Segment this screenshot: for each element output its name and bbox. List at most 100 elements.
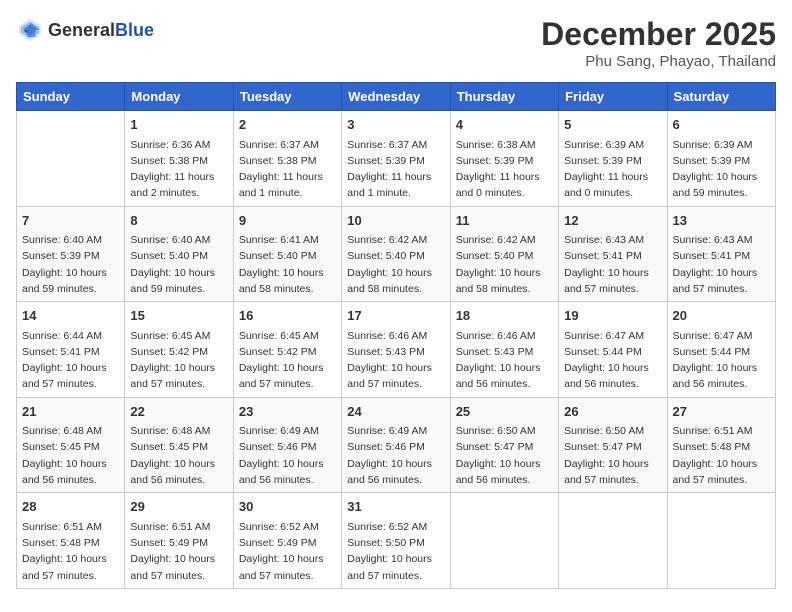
day-info: Sunrise: 6:37 AM Sunset: 5:39 PM Dayligh… (347, 137, 444, 202)
week-row-1: 1Sunrise: 6:36 AM Sunset: 5:38 PM Daylig… (17, 111, 776, 207)
day-info: Sunrise: 6:46 AM Sunset: 5:43 PM Dayligh… (347, 328, 444, 393)
day-info: Sunrise: 6:50 AM Sunset: 5:47 PM Dayligh… (564, 423, 661, 488)
day-number: 12 (564, 211, 661, 231)
column-header-friday: Friday (559, 83, 667, 111)
calendar-cell: 23Sunrise: 6:49 AM Sunset: 5:46 PM Dayli… (233, 397, 341, 493)
week-row-5: 28Sunrise: 6:51 AM Sunset: 5:48 PM Dayli… (17, 493, 776, 589)
calendar-cell: 26Sunrise: 6:50 AM Sunset: 5:47 PM Dayli… (559, 397, 667, 493)
day-info: Sunrise: 6:46 AM Sunset: 5:43 PM Dayligh… (456, 328, 553, 393)
day-number: 8 (130, 211, 227, 231)
calendar-cell (559, 493, 667, 589)
day-number: 10 (347, 211, 444, 231)
day-number: 5 (564, 115, 661, 135)
day-number: 2 (239, 115, 336, 135)
day-info: Sunrise: 6:51 AM Sunset: 5:49 PM Dayligh… (130, 519, 227, 584)
day-number: 31 (347, 497, 444, 517)
day-number: 11 (456, 211, 553, 231)
day-number: 14 (22, 306, 119, 326)
column-header-monday: Monday (125, 83, 233, 111)
day-number: 16 (239, 306, 336, 326)
calendar-cell: 19Sunrise: 6:47 AM Sunset: 5:44 PM Dayli… (559, 302, 667, 398)
logo: GeneralBlue (16, 16, 154, 44)
calendar-table: SundayMondayTuesdayWednesdayThursdayFrid… (16, 82, 776, 589)
day-info: Sunrise: 6:45 AM Sunset: 5:42 PM Dayligh… (239, 328, 336, 393)
day-info: Sunrise: 6:40 AM Sunset: 5:40 PM Dayligh… (130, 232, 227, 297)
calendar-cell: 7Sunrise: 6:40 AM Sunset: 5:39 PM Daylig… (17, 206, 125, 302)
day-number: 20 (673, 306, 770, 326)
day-info: Sunrise: 6:44 AM Sunset: 5:41 PM Dayligh… (22, 328, 119, 393)
week-row-2: 7Sunrise: 6:40 AM Sunset: 5:39 PM Daylig… (17, 206, 776, 302)
week-row-4: 21Sunrise: 6:48 AM Sunset: 5:45 PM Dayli… (17, 397, 776, 493)
calendar-cell: 14Sunrise: 6:44 AM Sunset: 5:41 PM Dayli… (17, 302, 125, 398)
day-number: 29 (130, 497, 227, 517)
day-number: 6 (673, 115, 770, 135)
day-number: 1 (130, 115, 227, 135)
calendar-cell: 1Sunrise: 6:36 AM Sunset: 5:38 PM Daylig… (125, 111, 233, 207)
column-header-sunday: Sunday (17, 83, 125, 111)
calendar-cell: 18Sunrise: 6:46 AM Sunset: 5:43 PM Dayli… (450, 302, 558, 398)
calendar-cell (667, 493, 775, 589)
calendar-cell: 17Sunrise: 6:46 AM Sunset: 5:43 PM Dayli… (342, 302, 450, 398)
day-info: Sunrise: 6:36 AM Sunset: 5:38 PM Dayligh… (130, 137, 227, 202)
calendar-cell: 10Sunrise: 6:42 AM Sunset: 5:40 PM Dayli… (342, 206, 450, 302)
day-number: 17 (347, 306, 444, 326)
logo-icon (16, 16, 44, 44)
calendar-cell: 4Sunrise: 6:38 AM Sunset: 5:39 PM Daylig… (450, 111, 558, 207)
day-info: Sunrise: 6:50 AM Sunset: 5:47 PM Dayligh… (456, 423, 553, 488)
day-info: Sunrise: 6:45 AM Sunset: 5:42 PM Dayligh… (130, 328, 227, 393)
day-info: Sunrise: 6:51 AM Sunset: 5:48 PM Dayligh… (673, 423, 770, 488)
calendar-cell: 8Sunrise: 6:40 AM Sunset: 5:40 PM Daylig… (125, 206, 233, 302)
calendar-cell: 16Sunrise: 6:45 AM Sunset: 5:42 PM Dayli… (233, 302, 341, 398)
day-number: 21 (22, 402, 119, 422)
day-number: 25 (456, 402, 553, 422)
calendar-cell: 25Sunrise: 6:50 AM Sunset: 5:47 PM Dayli… (450, 397, 558, 493)
calendar-cell: 24Sunrise: 6:49 AM Sunset: 5:46 PM Dayli… (342, 397, 450, 493)
day-info: Sunrise: 6:42 AM Sunset: 5:40 PM Dayligh… (456, 232, 553, 297)
day-info: Sunrise: 6:48 AM Sunset: 5:45 PM Dayligh… (130, 423, 227, 488)
calendar-cell: 11Sunrise: 6:42 AM Sunset: 5:40 PM Dayli… (450, 206, 558, 302)
day-info: Sunrise: 6:51 AM Sunset: 5:48 PM Dayligh… (22, 519, 119, 584)
day-info: Sunrise: 6:48 AM Sunset: 5:45 PM Dayligh… (22, 423, 119, 488)
calendar-cell: 3Sunrise: 6:37 AM Sunset: 5:39 PM Daylig… (342, 111, 450, 207)
column-header-tuesday: Tuesday (233, 83, 341, 111)
calendar-cell: 22Sunrise: 6:48 AM Sunset: 5:45 PM Dayli… (125, 397, 233, 493)
calendar-cell: 28Sunrise: 6:51 AM Sunset: 5:48 PM Dayli… (17, 493, 125, 589)
day-number: 27 (673, 402, 770, 422)
day-info: Sunrise: 6:43 AM Sunset: 5:41 PM Dayligh… (564, 232, 661, 297)
calendar-cell (450, 493, 558, 589)
header: GeneralBlue December 2025 Phu Sang, Phay… (16, 16, 776, 70)
day-number: 19 (564, 306, 661, 326)
day-info: Sunrise: 6:47 AM Sunset: 5:44 PM Dayligh… (673, 328, 770, 393)
day-number: 26 (564, 402, 661, 422)
day-info: Sunrise: 6:47 AM Sunset: 5:44 PM Dayligh… (564, 328, 661, 393)
day-number: 15 (130, 306, 227, 326)
day-info: Sunrise: 6:41 AM Sunset: 5:40 PM Dayligh… (239, 232, 336, 297)
day-number: 24 (347, 402, 444, 422)
day-info: Sunrise: 6:42 AM Sunset: 5:40 PM Dayligh… (347, 232, 444, 297)
calendar-cell: 6Sunrise: 6:39 AM Sunset: 5:39 PM Daylig… (667, 111, 775, 207)
day-info: Sunrise: 6:49 AM Sunset: 5:46 PM Dayligh… (239, 423, 336, 488)
day-info: Sunrise: 6:39 AM Sunset: 5:39 PM Dayligh… (564, 137, 661, 202)
calendar-cell: 20Sunrise: 6:47 AM Sunset: 5:44 PM Dayli… (667, 302, 775, 398)
calendar-cell: 30Sunrise: 6:52 AM Sunset: 5:49 PM Dayli… (233, 493, 341, 589)
day-number: 28 (22, 497, 119, 517)
calendar-cell: 21Sunrise: 6:48 AM Sunset: 5:45 PM Dayli… (17, 397, 125, 493)
column-header-saturday: Saturday (667, 83, 775, 111)
day-number: 13 (673, 211, 770, 231)
calendar-cell: 5Sunrise: 6:39 AM Sunset: 5:39 PM Daylig… (559, 111, 667, 207)
day-number: 3 (347, 115, 444, 135)
week-row-3: 14Sunrise: 6:44 AM Sunset: 5:41 PM Dayli… (17, 302, 776, 398)
day-number: 9 (239, 211, 336, 231)
day-info: Sunrise: 6:49 AM Sunset: 5:46 PM Dayligh… (347, 423, 444, 488)
day-info: Sunrise: 6:43 AM Sunset: 5:41 PM Dayligh… (673, 232, 770, 297)
day-number: 22 (130, 402, 227, 422)
day-info: Sunrise: 6:52 AM Sunset: 5:49 PM Dayligh… (239, 519, 336, 584)
title-area: December 2025 Phu Sang, Phayao, Thailand (541, 16, 776, 70)
logo-text: GeneralBlue (48, 20, 154, 41)
calendar-cell: 9Sunrise: 6:41 AM Sunset: 5:40 PM Daylig… (233, 206, 341, 302)
calendar-cell: 12Sunrise: 6:43 AM Sunset: 5:41 PM Dayli… (559, 206, 667, 302)
calendar-cell: 13Sunrise: 6:43 AM Sunset: 5:41 PM Dayli… (667, 206, 775, 302)
day-info: Sunrise: 6:52 AM Sunset: 5:50 PM Dayligh… (347, 519, 444, 584)
column-header-thursday: Thursday (450, 83, 558, 111)
day-number: 30 (239, 497, 336, 517)
